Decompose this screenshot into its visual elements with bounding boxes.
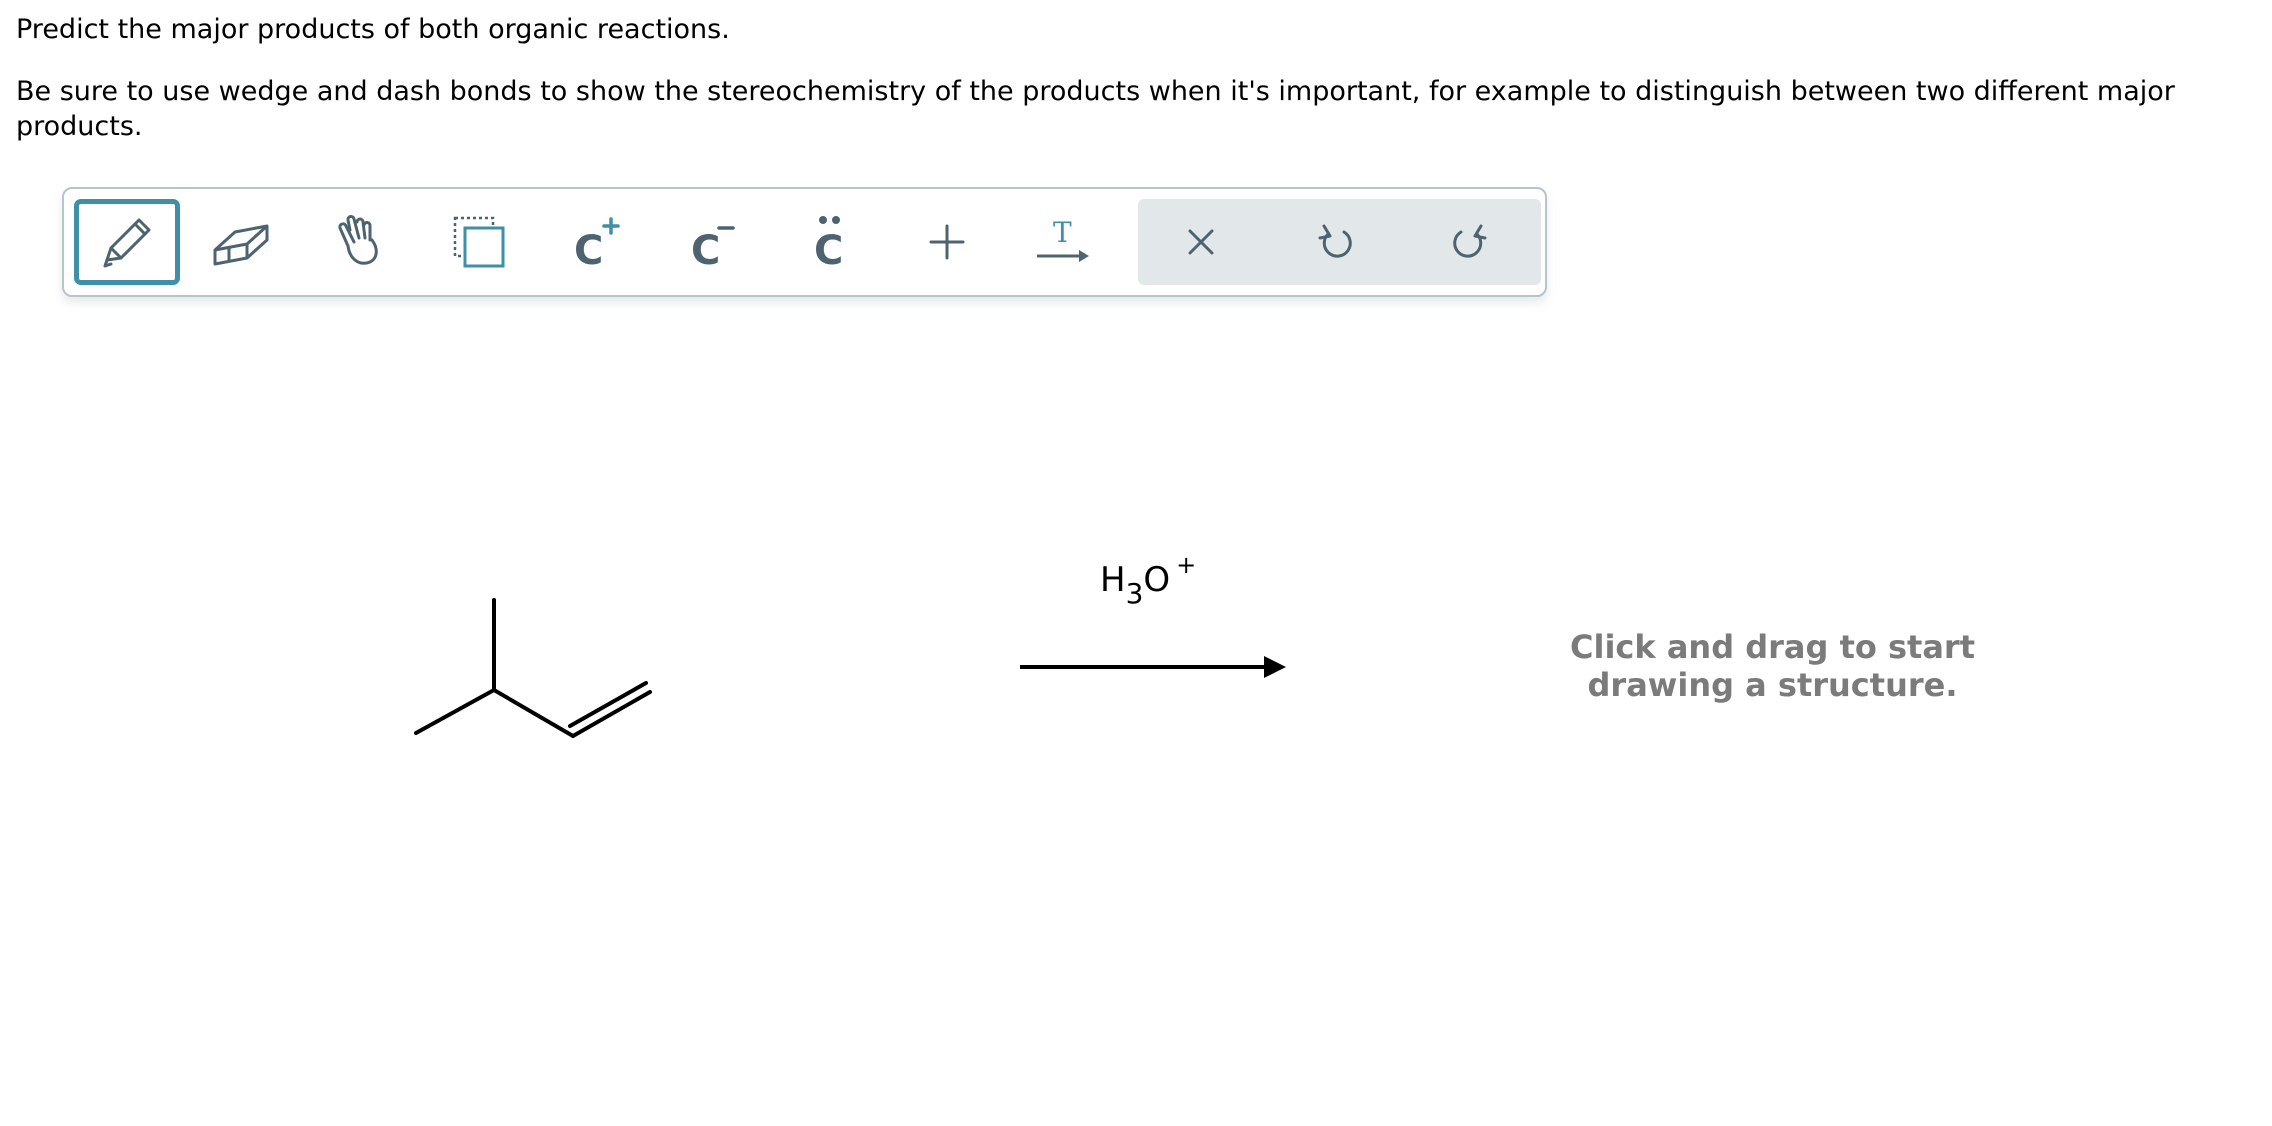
svg-text:C: C <box>691 228 720 274</box>
svg-text:T: T <box>1053 216 1072 249</box>
plus-tool-button[interactable] <box>894 199 1000 285</box>
eraser-tool-button[interactable] <box>188 199 294 285</box>
eraser-icon <box>213 224 269 266</box>
drawing-toolbar: C C C T <box>62 187 1547 297</box>
hand-tool-button[interactable] <box>307 199 413 285</box>
carbocation-icon: C <box>574 217 620 274</box>
carbanion-icon: C <box>691 226 735 274</box>
question-instructions: Be sure to use wedge and dash bonds to s… <box>16 76 2175 142</box>
reactant-molecule <box>414 598 652 738</box>
text-arrow-icon: T <box>1037 216 1089 262</box>
carbanion-tool-button[interactable]: C <box>660 199 766 285</box>
chain-bond <box>492 688 575 738</box>
lone-pair-icon: C <box>814 216 843 274</box>
double-bond-outer <box>571 690 652 738</box>
reagent-charge: + <box>1176 551 1197 579</box>
clear-canvas-button[interactable] <box>1148 199 1254 285</box>
undo-icon <box>1318 224 1352 258</box>
text-arrow-tool-button[interactable]: T <box>1010 199 1116 285</box>
close-icon <box>1188 229 1214 255</box>
reaction-arrow <box>1020 656 1286 678</box>
reagent-h: H <box>1100 560 1126 600</box>
undo-button[interactable] <box>1283 199 1389 285</box>
select-tool-button[interactable] <box>426 199 532 285</box>
redo-icon <box>1453 224 1487 258</box>
lone-pair-tool-button[interactable]: C <box>777 199 883 285</box>
placeholder-line-1: Click and drag to start <box>1570 628 1975 666</box>
carbocation-tool-button[interactable]: C <box>543 199 649 285</box>
plus-icon <box>929 224 965 260</box>
pencil-icon <box>103 218 151 268</box>
svg-text:C: C <box>574 228 603 274</box>
reagent-o: O <box>1143 560 1171 600</box>
select-box-icon <box>453 216 505 268</box>
reagent-subscript: 3 <box>1125 577 1144 610</box>
product-drawing-area[interactable]: Click and drag to start drawing a struct… <box>1500 628 2045 704</box>
hand-icon <box>338 214 378 265</box>
reagent-label: H3O + <box>1100 545 1196 614</box>
pencil-tool-button[interactable] <box>74 199 180 285</box>
question-prompt: Predict the major products of both organ… <box>16 14 730 45</box>
svg-text:C: C <box>814 228 843 274</box>
double-bond-inner <box>568 681 648 728</box>
placeholder-line-2: drawing a structure. <box>1587 666 1958 704</box>
methyl-bond-left <box>414 688 496 735</box>
redo-button[interactable] <box>1416 199 1522 285</box>
